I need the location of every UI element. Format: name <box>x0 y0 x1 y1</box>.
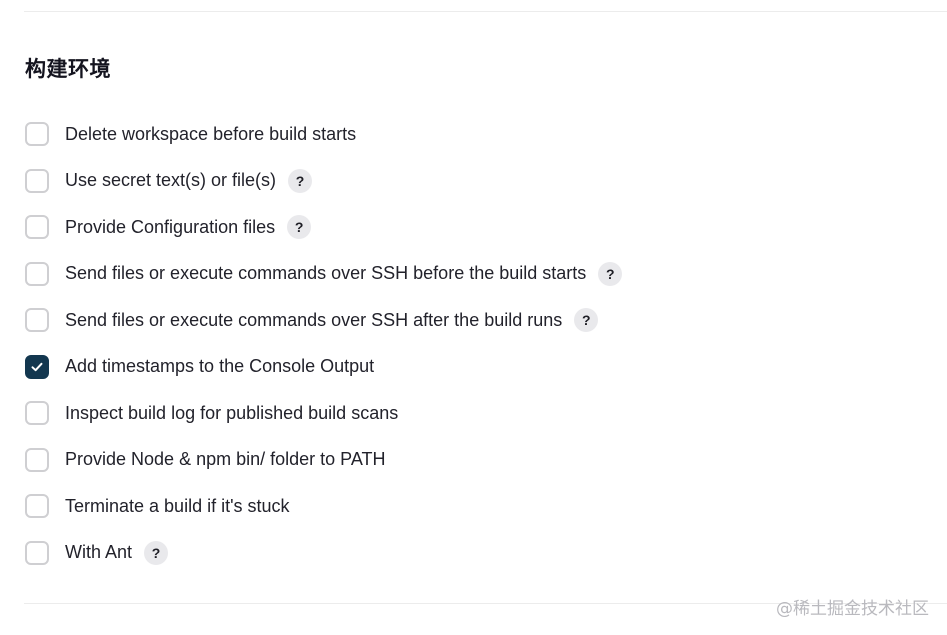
option-label: With Ant <box>65 542 133 563</box>
option-secret-text[interactable]: Use secret text(s) or file(s) ? <box>25 158 622 205</box>
option-label: Inspect build log for published build sc… <box>65 402 399 423</box>
option-label: Terminate a build if it's stuck <box>65 495 290 516</box>
checkbox[interactable] <box>25 261 49 286</box>
option-terminate-stuck[interactable]: Terminate a build if it's stuck <box>25 483 622 530</box>
checkbox[interactable] <box>25 401 49 426</box>
section-title: 构建环境 <box>25 57 111 81</box>
option-inspect-build-log[interactable]: Inspect build log for published build sc… <box>25 390 622 437</box>
option-ssh-after-build[interactable]: Send files or execute commands over SSH … <box>25 297 622 344</box>
option-label: Provide Configuration files <box>65 216 276 237</box>
option-ssh-before-build[interactable]: Send files or execute commands over SSH … <box>25 251 623 298</box>
help-icon[interactable]: ? <box>574 308 599 333</box>
help-icon[interactable]: ? <box>288 168 313 193</box>
top-divider <box>24 11 947 12</box>
option-label: Provide Node & npm bin/ folder to PATH <box>65 449 386 470</box>
checkbox[interactable] <box>25 168 49 193</box>
checkbox[interactable] <box>25 215 49 240</box>
option-node-npm-path[interactable]: Provide Node & npm bin/ folder to PATH <box>25 437 622 484</box>
checkmark-icon <box>31 362 43 371</box>
checkbox[interactable] <box>25 494 49 519</box>
help-icon[interactable]: ? <box>287 215 312 240</box>
checkbox[interactable] <box>25 447 49 472</box>
option-label: Send files or execute commands over SSH … <box>65 263 587 284</box>
option-label: Send files or execute commands over SSH … <box>65 309 563 330</box>
option-delete-workspace[interactable]: Delete workspace before build starts <box>25 111 622 158</box>
checkbox[interactable] <box>25 122 49 147</box>
watermark: @稀土掘金技术社区 <box>776 599 929 619</box>
option-label: Use secret text(s) or file(s) <box>65 170 277 191</box>
option-label: Delete workspace before build starts <box>65 123 357 144</box>
checkbox-checked[interactable] <box>25 354 49 379</box>
option-with-ant[interactable]: With Ant ? <box>25 530 622 577</box>
option-timestamps[interactable]: Add timestamps to the Console Output <box>25 344 622 391</box>
checkbox[interactable] <box>25 308 49 333</box>
checkbox[interactable] <box>25 540 49 565</box>
option-config-files[interactable]: Provide Configuration files ? <box>25 204 622 251</box>
help-icon[interactable]: ? <box>598 261 623 286</box>
help-icon[interactable]: ? <box>144 540 169 565</box>
build-environment-options: Delete workspace before build starts Use… <box>25 111 623 577</box>
option-label: Add timestamps to the Console Output <box>65 356 375 377</box>
